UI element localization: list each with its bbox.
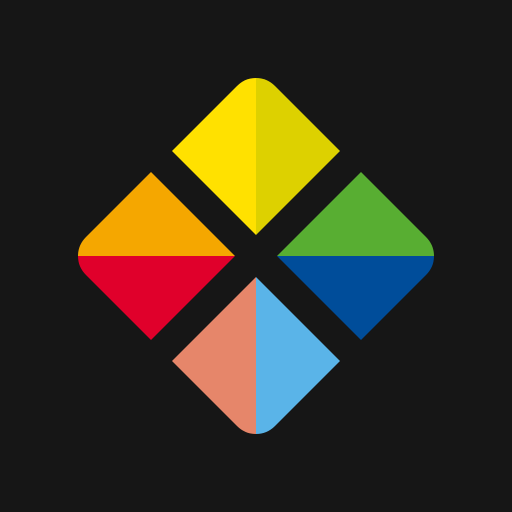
logo-background xyxy=(0,0,512,512)
app-logo-icon xyxy=(0,0,512,512)
app-icon-canvas xyxy=(0,0,512,512)
